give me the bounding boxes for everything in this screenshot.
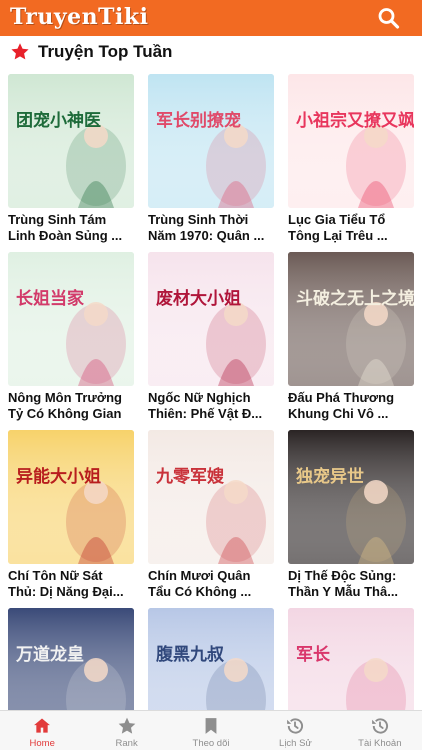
- book-card[interactable]: 长姐当家 Nông Môn Trưởng Tỷ Có Không Gian: [8, 252, 134, 422]
- app-title: TruyenTiki: [10, 4, 149, 30]
- cover-title-art: 万道龙皇: [15, 644, 84, 665]
- tab-label-history: Lịch Sử: [279, 738, 312, 749]
- book-title[interactable]: Dị Thế Độc Sủng: Thần Y Mẫu Thâ...: [288, 568, 414, 600]
- bookmark-icon: [205, 718, 217, 734]
- tab-rank[interactable]: Rank: [84, 711, 168, 750]
- cover-title-art: 长姐当家: [16, 288, 84, 309]
- cover-art: 长姐当家: [8, 252, 134, 386]
- tab-home[interactable]: Home: [0, 711, 84, 750]
- app-header: TruyenTiki: [0, 0, 422, 36]
- cover-title-art: 废材大小姐: [156, 288, 241, 309]
- cover-title-art: 九零军嫂: [155, 466, 225, 487]
- book-card[interactable]: 军长别撩宠 Trùng Sinh Thời Năm 1970: Quân ...: [148, 74, 274, 244]
- book-card[interactable]: 九零军嫂 Chín Mươi Quân Tẩu Có Không ...: [148, 430, 274, 600]
- tab-label-account: Tài Khoản: [358, 738, 402, 749]
- home-icon: [34, 718, 51, 733]
- book-card[interactable]: 斗破之无上之境 Đấu Phá Thương Khung Chi Vô ...: [288, 252, 414, 422]
- book-cover[interactable]: 军长别撩宠: [148, 74, 274, 208]
- cover-title-art: 异能大小姐: [16, 466, 101, 487]
- book-cover[interactable]: 长姐当家: [8, 252, 134, 386]
- cover-art: 军长别撩宠: [148, 74, 274, 208]
- book-card[interactable]: 异能大小姐 Chí Tôn Nữ Sát Thủ: Dị Năng Đại...: [8, 430, 134, 600]
- book-cover[interactable]: 九零军嫂: [148, 430, 274, 564]
- cover-title-art: 军长: [296, 644, 331, 665]
- book-title[interactable]: Nông Môn Trưởng Tỷ Có Không Gian: [8, 390, 134, 422]
- tab-label-home: Home: [29, 738, 55, 749]
- section-title: Truyện Top Tuần: [38, 42, 173, 61]
- book-title[interactable]: Trùng Sinh Tám Linh Đoàn Sủng ...: [8, 212, 134, 244]
- tab-follow[interactable]: Theo dõi: [169, 711, 253, 750]
- cover-title-art: 腹黑九叔: [156, 644, 225, 665]
- book-title[interactable]: Ngốc Nữ Nghịch Thiên: Phế Vật Đ...: [148, 390, 274, 422]
- tab-label-rank: Rank: [115, 738, 138, 749]
- cover-title-art: 独宠异世: [296, 466, 364, 487]
- cover-art: 九零军嫂: [148, 430, 274, 564]
- account-icon: [371, 718, 388, 734]
- cover-art: 斗破之无上之境: [288, 252, 414, 386]
- cover-art: 独宠异世: [288, 430, 414, 564]
- book-title[interactable]: Chín Mươi Quân Tẩu Có Không ...: [148, 568, 274, 600]
- search-button[interactable]: [376, 6, 402, 30]
- book-card[interactable]: 团宠小神医 Trùng Sinh Tám Linh Đoàn Sủng ...: [8, 74, 134, 244]
- book-cover[interactable]: 废材大小姐: [148, 252, 274, 386]
- cover-title-art: 军长别撩宠: [156, 110, 241, 131]
- tab-account[interactable]: Tài Khoản: [338, 711, 422, 750]
- book-card[interactable]: 独宠异世 Dị Thế Độc Sủng: Thần Y Mẫu Thâ...: [288, 430, 414, 600]
- book-card[interactable]: 小祖宗又撩又飒 Lục Gia Tiểu Tổ Tông Lại Trêu ...: [288, 74, 414, 244]
- book-title[interactable]: Trùng Sinh Thời Năm 1970: Quân ...: [148, 212, 274, 244]
- star-icon: [118, 717, 135, 734]
- cover-title-art: 小祖宗又撩又飒: [296, 110, 414, 131]
- cover-title-art: 斗破之无上之境: [296, 288, 414, 309]
- book-cover[interactable]: 独宠异世: [288, 430, 414, 564]
- cover-title-art: 团宠小神医: [16, 110, 101, 131]
- cover-art: 小祖宗又撩又飒: [288, 74, 414, 208]
- star-icon: [11, 43, 29, 60]
- history-icon: [287, 718, 304, 734]
- cover-art: 废材大小姐: [148, 252, 274, 386]
- book-title[interactable]: Lục Gia Tiểu Tổ Tông Lại Trêu ...: [288, 212, 414, 244]
- book-title[interactable]: Đấu Phá Thương Khung Chi Vô ...: [288, 390, 414, 422]
- section-header: Truyện Top Tuần: [10, 40, 172, 64]
- cover-art: 团宠小神医: [8, 74, 134, 208]
- book-cover[interactable]: 团宠小神医: [8, 74, 134, 208]
- book-cover[interactable]: 异能大小姐: [8, 430, 134, 564]
- search-icon: [378, 8, 400, 29]
- tab-label-follow: Theo dõi: [192, 738, 230, 749]
- tab-history[interactable]: Lịch Sử: [253, 711, 337, 750]
- bottom-tab-bar: Home Rank Theo dõi Lịch Sử Tài Khoản: [0, 710, 422, 750]
- book-title[interactable]: Chí Tôn Nữ Sát Thủ: Dị Năng Đại...: [8, 568, 134, 600]
- book-cover[interactable]: 小祖宗又撩又飒: [288, 74, 414, 208]
- book-cover[interactable]: 斗破之无上之境: [288, 252, 414, 386]
- cover-art: 异能大小姐: [8, 430, 134, 564]
- book-card[interactable]: 废材大小姐 Ngốc Nữ Nghịch Thiên: Phế Vật Đ...: [148, 252, 274, 422]
